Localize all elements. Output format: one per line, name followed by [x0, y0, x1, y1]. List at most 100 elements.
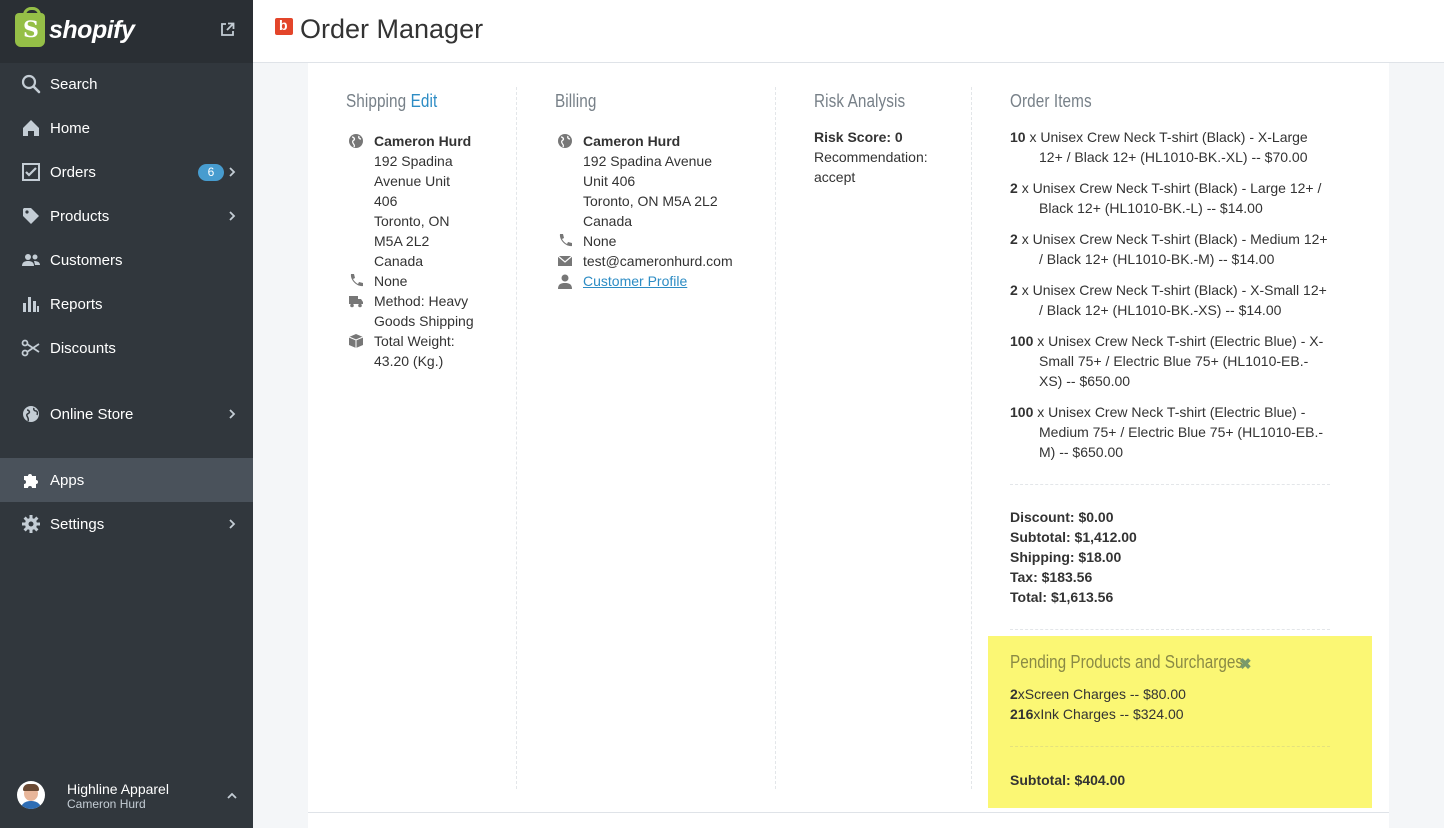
chevron-right-icon [229, 211, 236, 221]
pending-item-desc: xScreen Charges -- $80.00 [1017, 686, 1186, 702]
tax-total: Tax: $183.56 [1010, 569, 1093, 585]
customers-icon [22, 254, 40, 266]
sidebar-item-label: Online Store [50, 405, 134, 423]
pending-item: 216xInk Charges -- $324.00 [1010, 706, 1184, 722]
shopify-logo[interactable]: S shopify [15, 7, 135, 47]
order-item: 100 x Unisex Crew Neck T-shirt (Electric… [1010, 402, 1330, 462]
order-item-desc: x Unisex Crew Neck T-shirt (Electric Blu… [1037, 333, 1324, 389]
billing-phone: None [583, 233, 617, 249]
pending-item-desc: xInk Charges -- $324.00 [1033, 706, 1184, 722]
pending-subtotal: Subtotal: $404.00 [1010, 772, 1126, 788]
shipping-title: Shipping [346, 91, 407, 111]
home-icon [23, 120, 39, 136]
shipping-heading: Shipping Edit [346, 91, 437, 112]
order-item: 100 x Unisex Crew Neck T-shirt (Electric… [1010, 331, 1330, 391]
billing-email: test@cameronhurd.com [583, 253, 733, 269]
phone-icon [350, 274, 363, 287]
order-item: 2 x Unisex Crew Neck T-shirt (Black) - L… [1010, 178, 1330, 218]
order-item-qty: 100 [1010, 333, 1034, 349]
order-item-qty: 2 [1010, 180, 1018, 196]
pending-title: Pending Products and Surcharges [1010, 652, 1244, 672]
order-items-title: Order Items [1010, 91, 1092, 111]
order-item-desc: x Unisex Crew Neck T-shirt (Black) - X-L… [1029, 129, 1308, 165]
pending-item-qty: 2 [1010, 686, 1018, 702]
sidebar-item-customers[interactable]: Customers [0, 238, 253, 282]
order-item-desc: x Unisex Crew Neck T-shirt (Black) - Lar… [1021, 180, 1322, 216]
account-menu[interactable]: Highline Apparel Cameron Hurd [0, 770, 253, 828]
order-item-desc: x Unisex Crew Neck T-shirt (Black) - Med… [1021, 231, 1328, 267]
subtotal: Subtotal: $1,412.00 [1010, 529, 1137, 545]
brand-name: shopify [49, 15, 135, 44]
order-item: 2 x Unisex Crew Neck T-shirt (Black) - M… [1010, 229, 1330, 269]
sidebar-item-online-store[interactable]: Online Store [0, 392, 253, 436]
external-link-icon[interactable] [220, 22, 235, 37]
risk-score: Risk Score: 0 [814, 129, 903, 145]
panel-footer [308, 812, 1389, 828]
sidebar-item-settings[interactable]: Settings [0, 502, 253, 546]
search-icon [21, 74, 41, 94]
billing-name: Cameron Hurd [583, 133, 681, 149]
sidebar-item-home[interactable]: Home [0, 106, 253, 150]
puzzle-icon [24, 474, 38, 488]
sidebar: S shopify Search Home Orders 6 Products … [0, 0, 253, 828]
truck-icon [349, 296, 363, 308]
column-divider [775, 87, 776, 789]
risk-recommendation-label: Recommendation: [814, 149, 928, 165]
shipping-total: Shipping: $18.00 [1010, 549, 1122, 565]
order-item: 2 x Unisex Crew Neck T-shirt (Black) - X… [1010, 280, 1330, 320]
tag-icon [23, 208, 39, 224]
billing-address-line: Canada [583, 213, 633, 229]
billing-title: Billing [555, 91, 597, 111]
page-header: b Order Manager [253, 0, 1444, 63]
risk-recommendation-value: accept [814, 169, 856, 185]
order-item-qty: 10 [1010, 129, 1026, 145]
order-panel: Shipping Edit Cameron Hurd 192 Spadina A… [308, 63, 1389, 813]
discount-scissors-icon [21, 339, 40, 357]
globe-icon [558, 134, 572, 148]
globe-icon [349, 134, 363, 148]
shopify-bag-icon: S [15, 7, 45, 47]
main-content: b Order Manager Shipping Edit Cameron Hu… [253, 0, 1444, 828]
divider [1010, 484, 1330, 485]
orders-count-badge: 6 [198, 164, 224, 181]
shipping-weight-line: 43.20 (Kg.) [374, 353, 444, 369]
billing-address-line: 192 Spadina Avenue [583, 153, 712, 169]
sidebar-item-search[interactable]: Search [0, 62, 253, 106]
sidebar-item-orders[interactable]: Orders 6 [0, 150, 253, 194]
pending-item: 2xScreen Charges -- $80.00 [1010, 686, 1186, 702]
grand-total: Total: $1,613.56 [1010, 589, 1114, 605]
shipping-method-line: Goods Shipping [374, 313, 474, 329]
sidebar-item-apps[interactable]: Apps [0, 458, 253, 502]
sidebar-item-reports[interactable]: Reports [0, 282, 253, 326]
risk-title: Risk Analysis [814, 91, 906, 111]
order-item-desc: x Unisex Crew Neck T-shirt (Electric Blu… [1037, 404, 1324, 460]
chevron-right-icon [229, 167, 236, 177]
order-item-qty: 100 [1010, 404, 1034, 420]
app-icon-letter: b [279, 17, 288, 33]
billing-address-line: Unit 406 [583, 173, 636, 189]
sidebar-item-label: Home [50, 119, 91, 137]
user-icon [558, 274, 572, 289]
order-item: 10 x Unisex Crew Neck T-shirt (Black) - … [1010, 127, 1330, 167]
order-item-qty: 2 [1010, 231, 1018, 247]
shipping-phone: None [374, 273, 408, 289]
sidebar-item-products[interactable]: Products [0, 194, 253, 238]
sidebar-item-label: Discounts [50, 339, 116, 357]
app-logo-icon: b [275, 17, 293, 35]
chevron-right-icon [229, 519, 236, 529]
sidebar-header: S shopify [0, 0, 253, 63]
sidebar-item-discounts[interactable]: Discounts [0, 326, 253, 370]
shipping-address-line: Toronto, ON [374, 213, 450, 229]
package-icon [348, 334, 364, 348]
order-item-desc: x Unisex Crew Neck T-shirt (Black) - X-S… [1021, 282, 1327, 318]
avatar [17, 781, 45, 809]
close-icon[interactable]: ✖ [1239, 655, 1252, 673]
column-divider [516, 87, 517, 789]
customer-profile-link[interactable]: Customer Profile [583, 271, 687, 291]
envelope-icon [557, 255, 573, 266]
globe-icon [23, 406, 39, 422]
pending-surcharges-panel: Pending Products and Surcharges ✖ 2xScre… [988, 636, 1372, 808]
shipping-edit-link[interactable]: Edit [411, 91, 438, 111]
shipping-weight-line: Total Weight: [374, 333, 455, 349]
discount-total: Discount: $0.00 [1010, 509, 1114, 525]
